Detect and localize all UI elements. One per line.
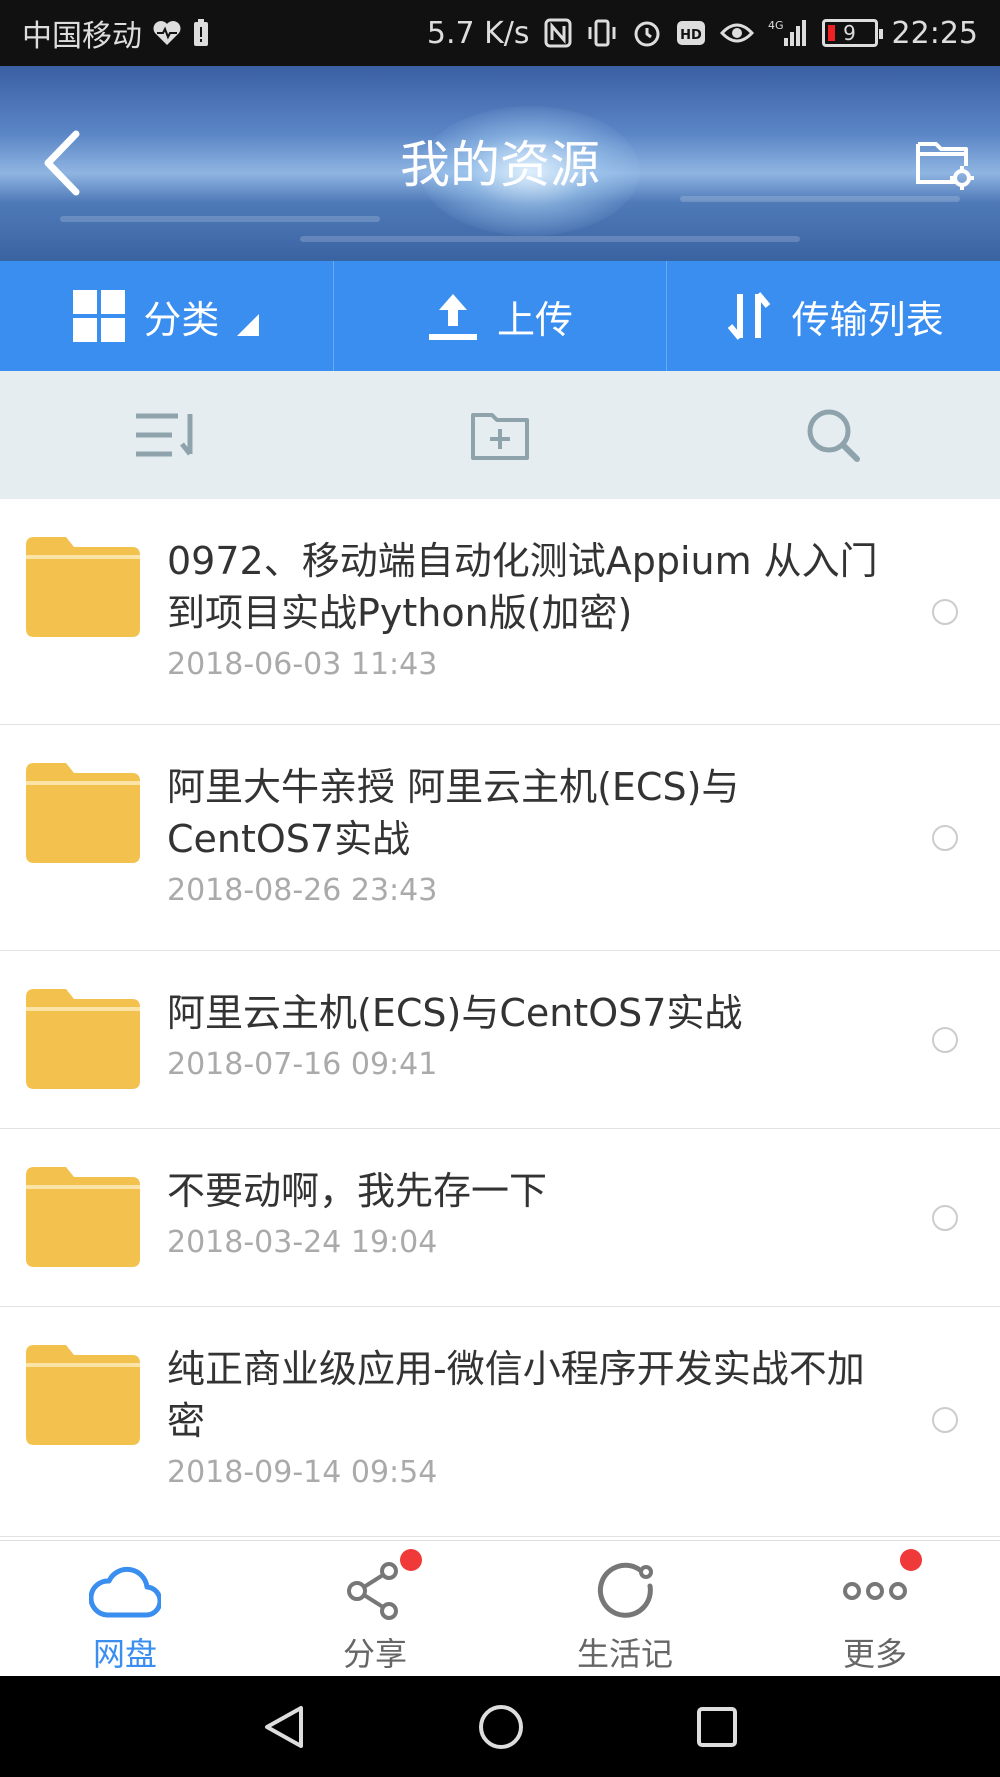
system-back-button[interactable] (261, 1704, 307, 1750)
cloud-icon (89, 1566, 161, 1618)
file-title: 纯正商业级应用-微信小程序开发实战不加密 (167, 1347, 865, 1443)
search-icon (807, 409, 861, 462)
select-radio[interactable] (932, 1027, 958, 1053)
eye-icon (719, 21, 754, 45)
upload-label: 上传 (497, 297, 574, 342)
file-title: 阿里大牛亲授 阿里云主机(ECS)与CentOS7实战 (167, 765, 740, 861)
network-speed: 5.7 K/s (426, 15, 530, 51)
life-notes-icon (597, 1562, 653, 1618)
sort-icon (135, 413, 193, 457)
select-radio[interactable] (932, 599, 958, 625)
folder-settings-button[interactable] (914, 132, 974, 192)
transfer-list-button[interactable]: 传输列表 (667, 261, 1000, 371)
alert-battery-icon (192, 18, 210, 48)
file-toolbar (0, 371, 1000, 499)
grid-icon (73, 290, 126, 342)
system-home-button[interactable] (477, 1703, 525, 1751)
hd-icon: HD (676, 20, 706, 46)
folder-icon (26, 1345, 140, 1445)
svg-text:HD: HD (680, 28, 702, 43)
bottom-nav: 网盘 分享 生活记 更多 (0, 1540, 1000, 1676)
folder-icon (26, 989, 140, 1089)
nav-netdisk[interactable]: 网盘 (0, 1541, 250, 1676)
list-item[interactable]: 0972、移动端自动化测试Appium 从入门到项目实战Python版(加密) … (0, 499, 1000, 725)
action-bar: 分类 上传 传输列表 (0, 261, 1000, 371)
health-icon (152, 20, 182, 46)
clock: 22:25 (891, 15, 978, 51)
square-recents-icon (697, 1706, 737, 1747)
sort-button[interactable] (0, 371, 333, 499)
list-item[interactable]: 纯正商业级应用-微信小程序开发实战不加密 2018-09-14 09:54 (0, 1307, 1000, 1537)
category-label: 分类 (143, 297, 220, 342)
file-date: 2018-09-14 09:54 (167, 1455, 438, 1490)
file-list: 0972、移动端自动化测试Appium 从入门到项目实战Python版(加密) … (0, 499, 1000, 1537)
upload-button[interactable]: 上传 (334, 261, 668, 371)
file-title: 不要动啊，我先存一下 (167, 1169, 548, 1213)
select-radio[interactable] (932, 1407, 958, 1433)
folder-icon (26, 1167, 140, 1267)
select-radio[interactable] (932, 1205, 958, 1231)
page-title: 我的资源 (400, 136, 600, 194)
signal-icon: 4G (768, 18, 808, 48)
nav-label: 更多 (842, 1635, 907, 1673)
nav-label: 分享 (342, 1635, 407, 1673)
file-date: 2018-06-03 11:43 (167, 647, 438, 682)
network-type-label: 4G (768, 19, 784, 32)
transfer-icon (727, 292, 770, 340)
vibrate-icon (586, 18, 618, 48)
notification-badge (900, 1549, 922, 1571)
more-icon (843, 1582, 907, 1600)
list-item[interactable]: 阿里云主机(ECS)与CentOS7实战 2018-07-16 09:41 (0, 951, 1000, 1129)
alarm-icon (632, 18, 662, 48)
status-bar: 中国移动 5.7 K/s HD 4G 9 22:25 (0, 0, 1000, 66)
share-icon (347, 1562, 398, 1620)
battery-level: 9 (843, 21, 856, 45)
system-nav-bar (0, 1676, 1000, 1777)
new-folder-button[interactable] (333, 371, 666, 499)
triangle-back-icon (265, 1705, 303, 1748)
nfc-icon (544, 18, 572, 48)
nav-life-notes[interactable]: 生活记 (500, 1541, 750, 1676)
list-item[interactable]: 阿里大牛亲授 阿里云主机(ECS)与CentOS7实战 2018-08-26 2… (0, 725, 1000, 951)
nav-more[interactable]: 更多 (750, 1541, 1000, 1676)
battery-indicator: 9 (821, 19, 883, 47)
circle-home-icon (479, 1704, 523, 1749)
folder-icon (26, 763, 140, 863)
nav-label: 网盘 (92, 1635, 157, 1673)
file-date: 2018-08-26 23:43 (167, 873, 438, 908)
carrier-label: 中国移动 (22, 19, 142, 54)
folder-icon (26, 537, 140, 637)
upload-icon (429, 294, 477, 340)
select-radio[interactable] (932, 825, 958, 851)
system-recents-button[interactable] (695, 1705, 739, 1749)
category-button[interactable]: 分类 (0, 261, 334, 371)
file-date: 2018-03-24 19:04 (167, 1225, 438, 1260)
nav-label: 生活记 (576, 1635, 673, 1673)
list-item[interactable]: 不要动啊，我先存一下 2018-03-24 19:04 (0, 1129, 1000, 1307)
header-banner: 我的资源 (0, 66, 1000, 261)
transfer-list-label: 传输列表 (791, 297, 944, 342)
dropdown-triangle-icon (237, 314, 260, 336)
file-title: 阿里云主机(ECS)与CentOS7实战 (167, 991, 743, 1035)
file-title: 0972、移动端自动化测试Appium 从入门到项目实战Python版(加密) (167, 539, 878, 635)
nav-share[interactable]: 分享 (250, 1541, 500, 1676)
folder-settings-icon (916, 142, 974, 190)
search-button[interactable] (667, 371, 1000, 499)
notification-badge (400, 1549, 422, 1571)
new-folder-icon (470, 413, 529, 460)
file-date: 2018-07-16 09:41 (167, 1047, 438, 1082)
